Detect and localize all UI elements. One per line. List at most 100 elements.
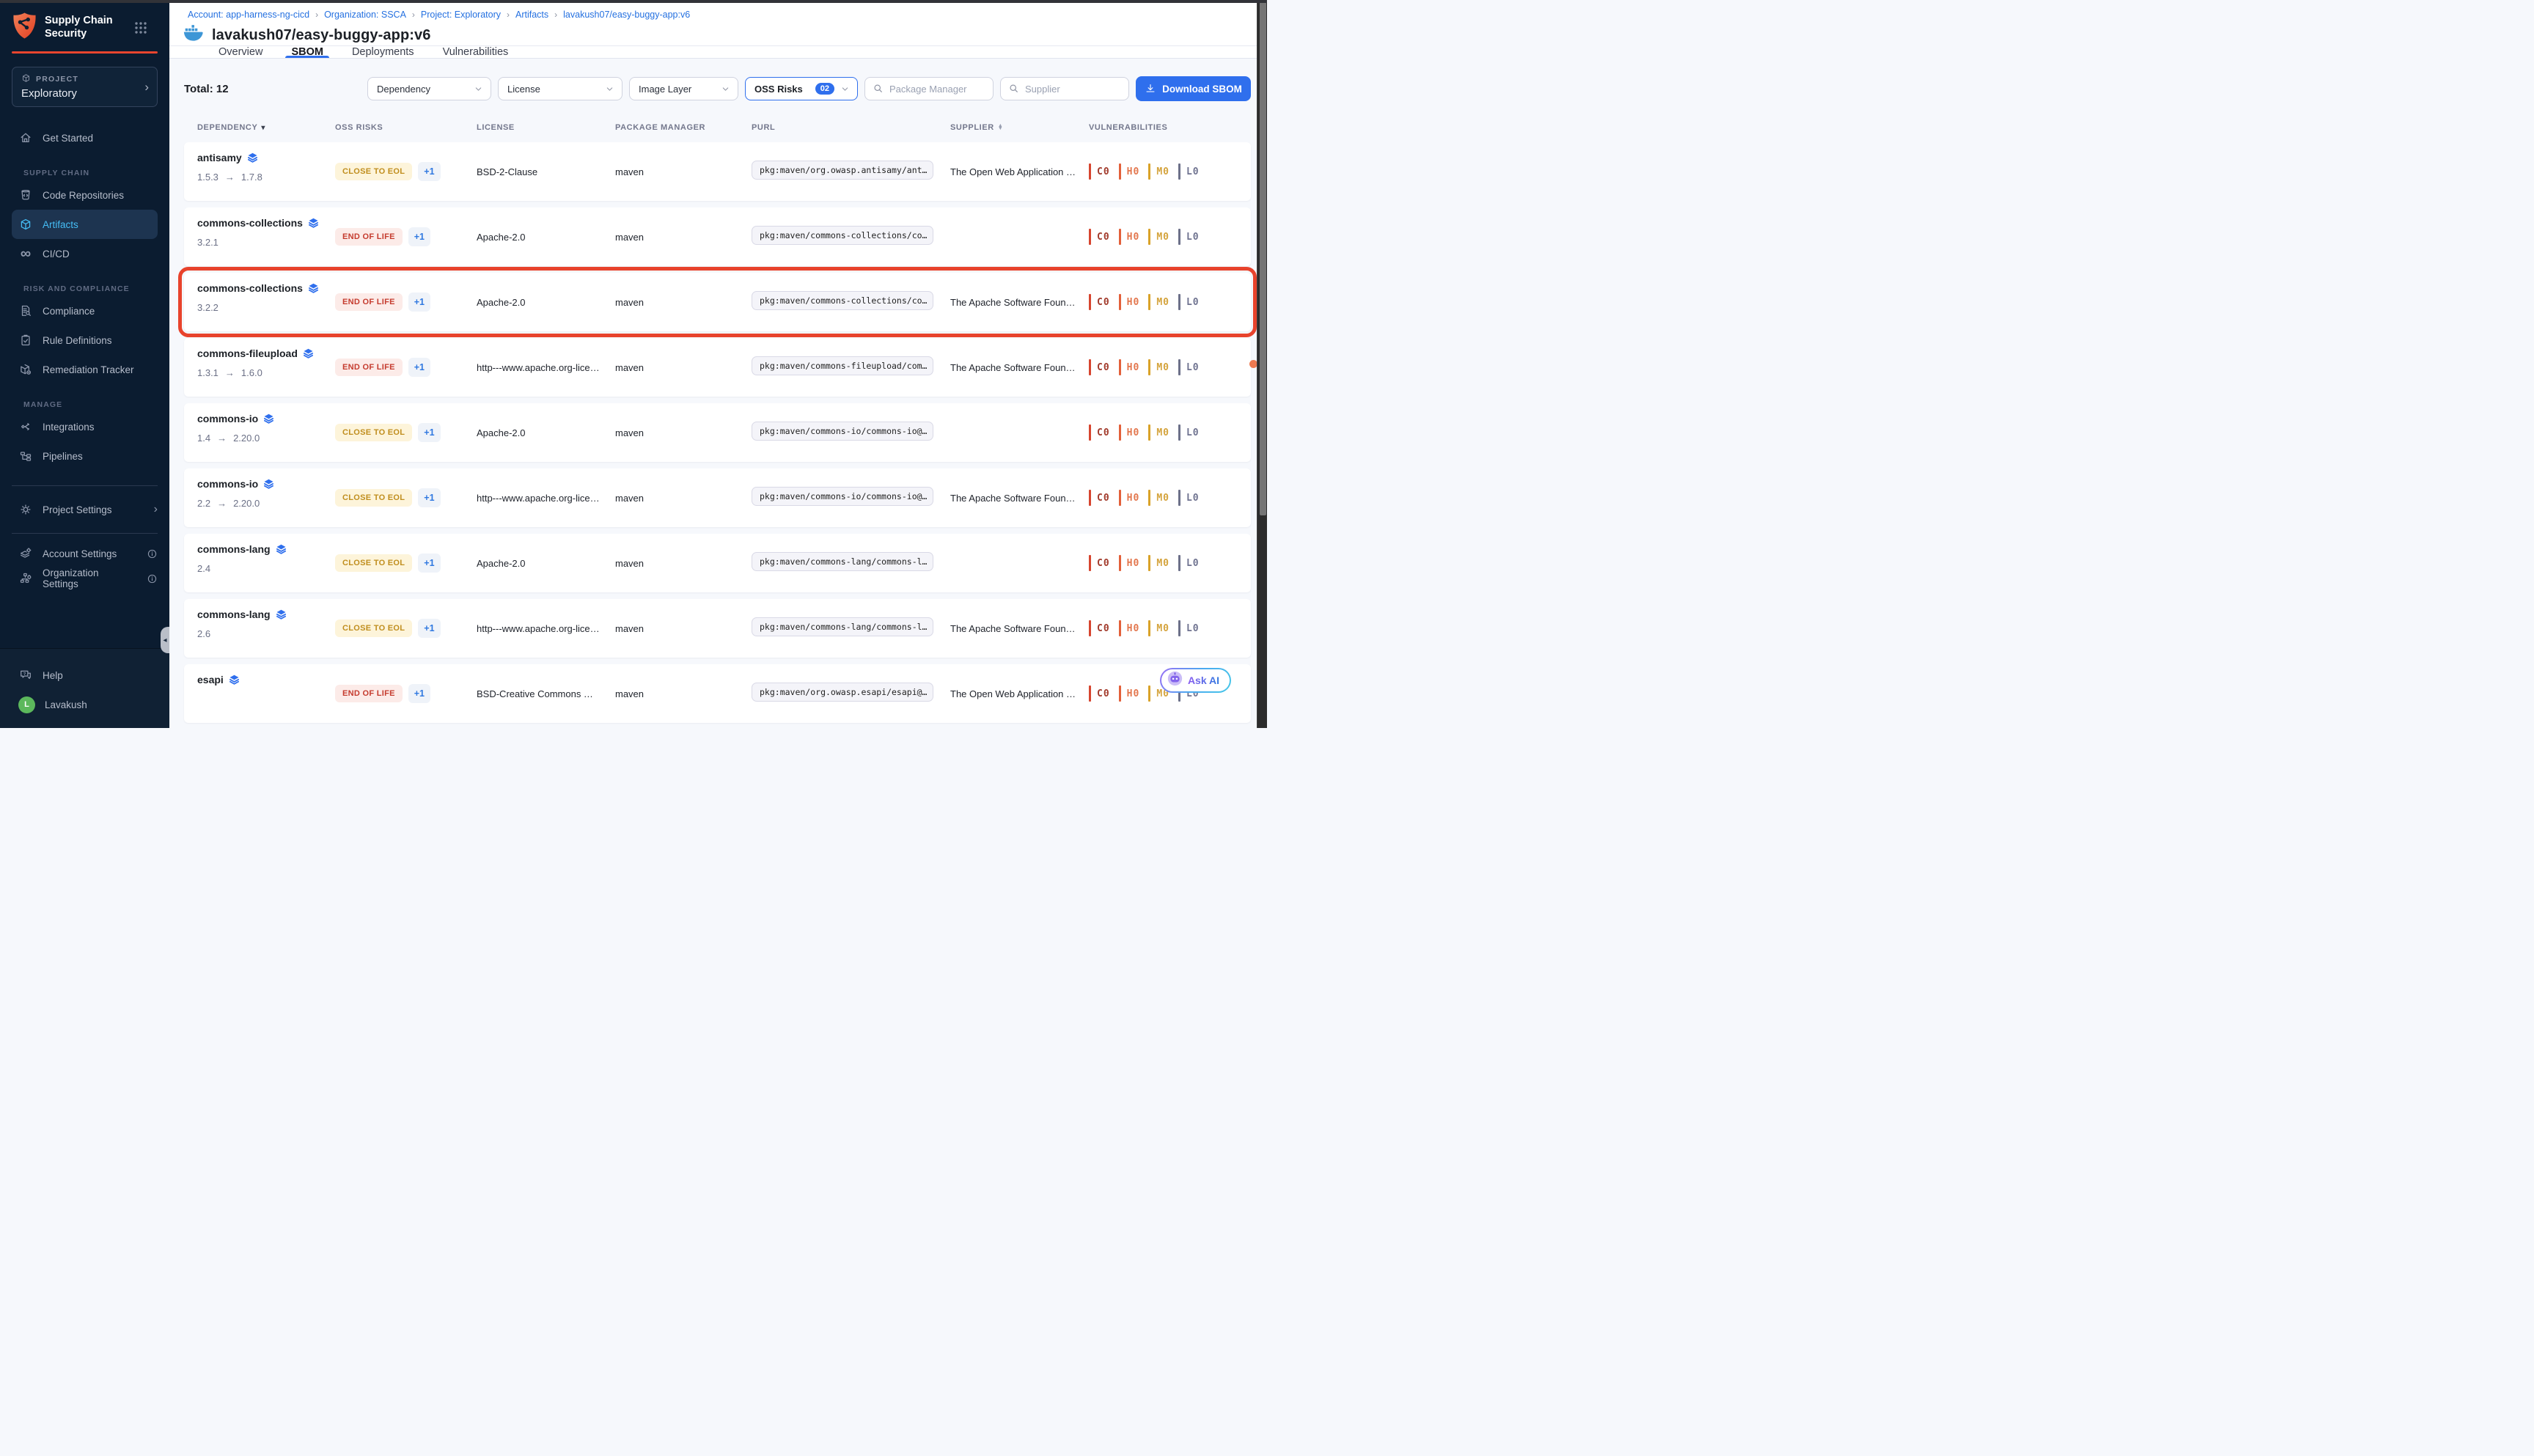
filter-select-oss-risks[interactable]: OSS Risks02 <box>745 77 858 100</box>
info-icon[interactable] <box>147 573 158 584</box>
scrollbar[interactable] <box>1257 0 1267 728</box>
column-header-license[interactable]: LICENSE <box>477 123 615 132</box>
sidebar-item-label: Organization Settings <box>43 567 137 589</box>
risk-badge: CLOSE TO EOL <box>335 489 412 507</box>
column-header-oss-risks[interactable]: OSS RISKS <box>335 123 477 132</box>
sidebar-item-remediation-tracker[interactable]: Remediation Tracker <box>0 355 169 384</box>
column-header-purl[interactable]: PURL <box>752 123 950 132</box>
table-row[interactable]: commons-io 1.4→2.20.0 CLOSE TO EOL +1 Ap… <box>184 403 1251 462</box>
high-severity-count: H0 <box>1127 297 1140 308</box>
filter-select-image-layer[interactable]: Image Layer <box>629 77 738 100</box>
package-manager-cell: maven <box>615 297 752 308</box>
sidebar-item-project-settings[interactable]: Project Settings› <box>0 495 169 524</box>
sidebar-item-account-settings[interactable]: Account Settings <box>0 541 169 566</box>
oss-risks-cell: CLOSE TO EOL +1 <box>335 162 477 181</box>
license-cell: Apache-2.0 <box>477 232 615 243</box>
more-risks-badge[interactable]: +1 <box>408 684 430 703</box>
column-header-vulnerabilities[interactable]: VULNERABILITIES <box>1089 123 1251 132</box>
table-row[interactable]: commons-lang 2.6 CLOSE TO EOL +1 http---… <box>184 599 1251 658</box>
sidebar-collapse-handle[interactable]: ◂ <box>161 627 169 653</box>
sidebar-item-ci-cd[interactable]: ∞CI/CD <box>0 239 169 268</box>
filter-group: Dependency License Image Layer OSS Risks02 D… <box>367 76 1251 101</box>
more-risks-badge[interactable]: +1 <box>408 227 430 246</box>
layers-icon <box>263 479 274 490</box>
current-version: 2.6 <box>197 628 210 639</box>
download-sbom-button[interactable]: Download SBOM <box>1136 76 1251 101</box>
purl-chip[interactable]: pkg:maven/commons-io/commons-io@… <box>752 487 933 506</box>
sidebar-item-artifacts[interactable]: Artifacts <box>12 210 158 239</box>
sidebar-nav: Get StartedSUPPLY CHAINCode Repositories… <box>0 123 169 471</box>
tab-deployments[interactable]: Deployments <box>346 46 420 58</box>
sidebar-item-pipelines[interactable]: Pipelines <box>0 441 169 471</box>
purl-chip[interactable]: pkg:maven/commons-collections/co… <box>752 291 933 310</box>
sidebar-item-label: Project Settings <box>43 504 112 515</box>
more-risks-badge[interactable]: +1 <box>418 162 440 181</box>
table-header: DEPENDENCY▾OSS RISKSLICENSEPACKAGE MANAG… <box>184 117 1251 138</box>
breadcrumb-link[interactable]: Organization: SSCA <box>324 10 406 20</box>
sidebar-item-integrations[interactable]: Integrations <box>0 412 169 441</box>
purl-chip[interactable]: pkg:maven/org.owasp.esapi/esapi@… <box>752 683 933 702</box>
more-risks-badge[interactable]: +1 <box>418 554 440 573</box>
total-count: Total: 12 <box>184 83 229 95</box>
project-selector[interactable]: PROJECT Exploratory › <box>12 67 158 107</box>
tab-sbom[interactable]: SBOM <box>285 46 329 58</box>
table-row[interactable]: commons-lang 2.4 CLOSE TO EOL +1 Apache-… <box>184 534 1251 592</box>
more-risks-badge[interactable]: +1 <box>418 488 440 507</box>
table-row[interactable]: antisamy 1.5.3→1.7.8 CLOSE TO EOL +1 BSD… <box>184 142 1251 201</box>
filter-select-license[interactable]: License <box>498 77 623 100</box>
more-risks-badge[interactable]: +1 <box>418 619 440 638</box>
svg-text:?: ? <box>23 672 26 677</box>
more-risks-badge[interactable]: +1 <box>408 358 430 377</box>
sort-icon: ▲▼ <box>998 125 1004 131</box>
help-button[interactable]: ? Help <box>0 661 169 690</box>
sidebar-item-label: Remediation Tracker <box>43 364 134 375</box>
table-row[interactable]: esapi END OF LIFE +1 BSD-Creative Common… <box>184 664 1251 723</box>
sidebar-item-organization-settings[interactable]: Organization Settings <box>0 566 169 591</box>
purl-chip[interactable]: pkg:maven/commons-lang/commons-l… <box>752 617 933 636</box>
breadcrumb-link[interactable]: Artifacts <box>515 10 548 20</box>
table-row[interactable]: commons-fileupload 1.3.1→1.6.0 END OF LI… <box>184 338 1251 397</box>
user-name: Lavakush <box>45 699 87 710</box>
layers-gear-icon <box>18 547 33 560</box>
download-icon <box>1145 83 1156 95</box>
sidebar: Supply Chain Security PROJECT Explorator… <box>0 0 169 728</box>
sidebar-item-rule-definitions[interactable]: Rule Definitions <box>0 326 169 355</box>
purl-chip[interactable]: pkg:maven/commons-collections/co… <box>752 226 933 245</box>
high-severity-bar <box>1119 163 1121 180</box>
purl-chip[interactable]: pkg:maven/commons-lang/commons-l… <box>752 552 933 571</box>
sidebar-item-code-repositories[interactable]: Code Repositories <box>0 180 169 210</box>
table-row[interactable]: commons-io 2.2→2.20.0 CLOSE TO EOL +1 ht… <box>184 468 1251 527</box>
purl-chip[interactable]: pkg:maven/commons-io/commons-io@… <box>752 422 933 441</box>
search-input-supplier[interactable] <box>1025 84 1121 95</box>
ask-ai-button[interactable]: Ask AI <box>1160 668 1231 693</box>
tab-vulnerabilities[interactable]: Vulnerabilities <box>437 46 515 58</box>
high-severity-bar <box>1119 294 1121 310</box>
column-label: VULNERABILITIES <box>1089 123 1167 132</box>
column-header-dependency[interactable]: DEPENDENCY▾ <box>197 123 335 132</box>
medium-severity-count: M0 <box>1156 297 1169 308</box>
more-risks-badge[interactable]: +1 <box>418 423 440 442</box>
user-menu[interactable]: L Lavakush <box>0 690 169 719</box>
more-risks-badge[interactable]: +1 <box>408 293 430 312</box>
column-header-package-manager[interactable]: PACKAGE MANAGER <box>615 123 752 132</box>
filter-select-dependency[interactable]: Dependency <box>367 77 491 100</box>
tab-overview[interactable]: Overview <box>213 46 268 58</box>
scrollbar-thumb[interactable] <box>1260 2 1266 515</box>
sidebar-item-compliance[interactable]: Compliance <box>0 296 169 326</box>
search-input-package-manager[interactable] <box>889 84 985 95</box>
column-header-supplier[interactable]: SUPPLIER▲▼ <box>950 123 1089 132</box>
breadcrumb-link[interactable]: Project: Exploratory <box>421 10 501 20</box>
table-row-highlighted[interactable]: commons-collections 3.2.2 END OF LIFE +1… <box>184 273 1251 331</box>
table-row[interactable]: commons-collections 3.2.1 END OF LIFE +1… <box>184 207 1251 266</box>
breadcrumb-link[interactable]: Account: app-harness-ng-cicd <box>188 10 309 20</box>
module-switcher-icon[interactable] <box>134 21 147 34</box>
critical-severity-bar <box>1089 555 1091 571</box>
supplier-cell: The Open Web Application … <box>950 166 1089 177</box>
package-manager-cell: maven <box>615 166 752 177</box>
sidebar-item-get-started[interactable]: Get Started <box>0 123 169 152</box>
breadcrumb-link[interactable]: lavakush07/easy-buggy-app:v6 <box>563 10 690 20</box>
info-icon[interactable] <box>147 548 158 559</box>
medium-severity-bar <box>1148 359 1150 375</box>
purl-chip[interactable]: pkg:maven/org.owasp.antisamy/ant… <box>752 161 933 180</box>
purl-chip[interactable]: pkg:maven/commons-fileupload/com… <box>752 356 933 375</box>
